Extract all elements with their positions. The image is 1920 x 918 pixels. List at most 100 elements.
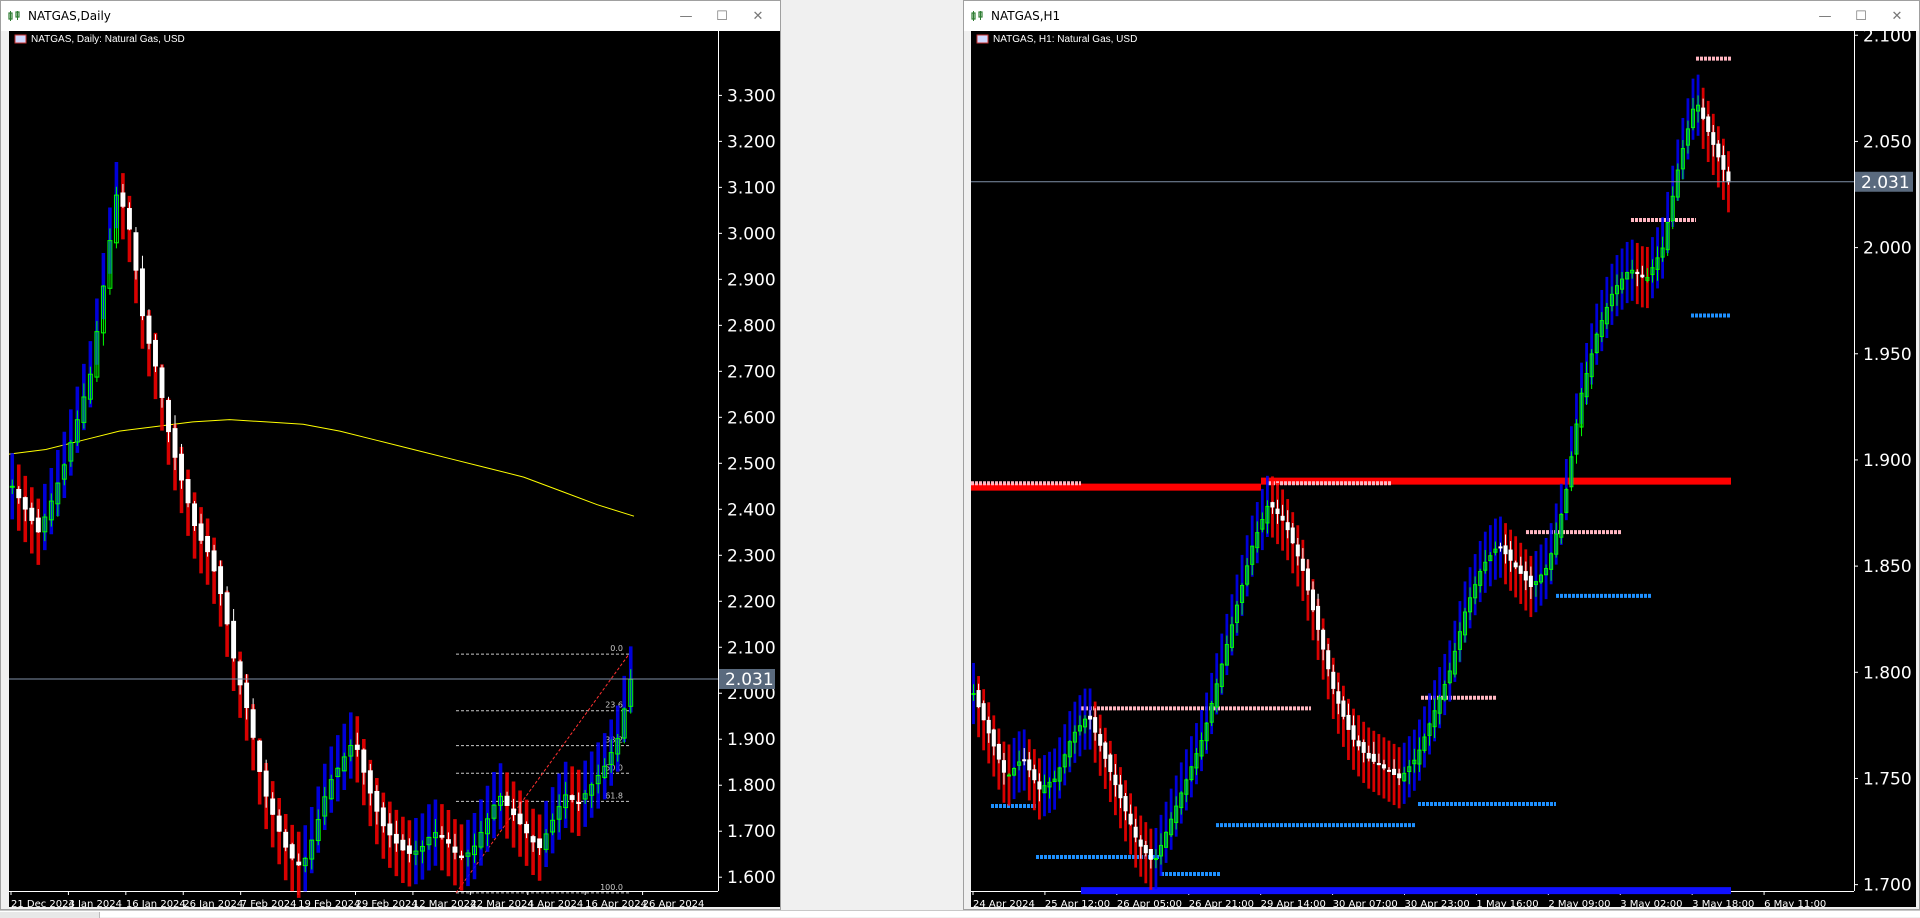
candle	[283, 831, 289, 848]
maximize-button[interactable]: ☐	[1843, 1, 1879, 31]
candle	[1331, 671, 1336, 689]
fibonacci-level-label: 50.0	[605, 763, 623, 772]
price-tick-label: 1.600	[727, 868, 776, 888]
moving-average-line	[9, 419, 635, 517]
us-flag-icon	[14, 34, 27, 44]
candle	[1726, 171, 1731, 183]
candle	[439, 835, 445, 838]
candle	[1316, 605, 1321, 630]
candle	[1518, 565, 1523, 574]
candle	[1376, 763, 1381, 766]
symbol-description: NATGAS, Daily: Natural Gas, USD	[31, 34, 185, 45]
candle	[218, 566, 224, 595]
time-tick-label: 16 Jan 2024	[126, 899, 186, 907]
candle	[257, 740, 263, 772]
candle	[1508, 549, 1513, 561]
candle	[1346, 714, 1351, 730]
candle	[1133, 826, 1138, 838]
time-tick-label: 30 Apr 07:00	[1333, 899, 1398, 907]
candle	[1397, 773, 1402, 779]
candle	[1635, 271, 1640, 275]
candle	[1148, 849, 1153, 860]
candle	[1153, 858, 1158, 861]
window-title: NATGAS,H1	[991, 9, 1061, 23]
candle	[126, 208, 132, 230]
candle	[1280, 515, 1285, 521]
fibonacci-level-label: 38.2	[605, 736, 623, 745]
price-chart-h1[interactable]: 2.100 2.050 2.000 1.950 1.900 1.850 1.800 1.750…	[971, 31, 1916, 907]
metatrader-chart-icon	[971, 11, 983, 21]
price-chart-daily[interactable]: 3.300 3.200 3.100 3.000 2.900 2.800 2.700 2.600…	[9, 31, 780, 907]
candle	[16, 488, 22, 499]
candle	[361, 749, 367, 773]
window-titlebar[interactable]: NATGAS,H1 — ☐ ✕	[964, 1, 1919, 31]
us-flag-icon	[976, 34, 989, 44]
time-tick-label: 2 May 09:00	[1548, 899, 1610, 907]
price-tick-label: 2.600	[727, 408, 776, 428]
candle	[1108, 754, 1113, 772]
candle	[1392, 768, 1397, 775]
minimize-button[interactable]: —	[1807, 1, 1843, 31]
time-tick-label: 26 Apr 05:00	[1117, 899, 1182, 907]
candle	[1027, 759, 1032, 771]
candle	[237, 661, 243, 686]
taskbar-tab[interactable]	[0, 912, 100, 918]
price-tick-label: 2.200	[727, 592, 776, 612]
candle	[981, 703, 986, 721]
candle	[452, 846, 458, 853]
chart-window-h1[interactable]: NATGAS,H1 — ☐ ✕ 2.100 2.050 2.000 1.950 1.90…	[963, 0, 1920, 910]
candle	[1300, 558, 1305, 571]
time-tick-label: 29 Feb 2024	[356, 899, 418, 907]
candle	[9, 485, 15, 488]
price-tick-label: 2.050	[1863, 132, 1912, 152]
window-titlebar[interactable]: NATGAS,Daily — ☐ ✕	[1, 1, 780, 31]
maximize-button[interactable]: ☐	[704, 1, 740, 31]
candle	[270, 798, 276, 815]
candle	[530, 836, 536, 843]
candle	[1143, 845, 1148, 854]
candle	[35, 517, 41, 533]
price-tick-label: 1.800	[1863, 663, 1912, 683]
candle	[205, 535, 211, 553]
candle	[198, 523, 204, 541]
time-tick-label: 12 Mar 2024	[413, 899, 476, 907]
time-tick-label: 22 Mar 2024	[470, 899, 533, 907]
candle	[1381, 764, 1386, 769]
candle	[1701, 107, 1706, 119]
fibonacci-level-label: 23.6	[605, 701, 623, 710]
candle	[991, 729, 996, 747]
time-tick-label: 19 Feb 2024	[298, 899, 360, 907]
candle	[996, 743, 1001, 760]
fibonacci-level-label: 100.0	[600, 883, 623, 892]
candle	[1305, 568, 1310, 591]
candle	[380, 807, 386, 827]
time-tick-label: 3 May 02:00	[1620, 899, 1682, 907]
candle	[1336, 691, 1341, 704]
close-button[interactable]: ✕	[1879, 1, 1915, 31]
taskbar	[0, 910, 1920, 918]
candle	[971, 693, 976, 696]
candle	[29, 507, 35, 521]
candle	[1088, 715, 1093, 720]
candle	[1123, 796, 1128, 812]
time-tick-label: 30 Apr 23:00	[1405, 899, 1470, 907]
candle	[576, 801, 582, 804]
minimize-button[interactable]: —	[668, 1, 704, 31]
candle	[140, 268, 145, 317]
chart-window-daily[interactable]: NATGAS,Daily — ☐ ✕ 3.300 3.200 3.100 3.000 2…	[0, 0, 781, 910]
candle	[1341, 700, 1346, 717]
candle	[1290, 527, 1295, 544]
candle	[517, 813, 523, 825]
time-tick-label: 4 Apr 2024	[528, 899, 583, 907]
candle	[1093, 717, 1098, 733]
price-tick-label: 3.300	[727, 86, 776, 106]
time-tick-label: 16 Apr 2024	[585, 899, 647, 907]
candle	[393, 833, 399, 844]
fibonacci-level-label: 61.8	[605, 791, 623, 800]
candle	[986, 719, 991, 734]
close-button[interactable]: ✕	[740, 1, 776, 31]
candle	[1523, 571, 1528, 581]
price-tick-label: 2.100	[1863, 31, 1912, 46]
time-tick-label: 7 Feb 2024	[241, 899, 297, 907]
price-tick-label: 1.700	[727, 822, 776, 842]
